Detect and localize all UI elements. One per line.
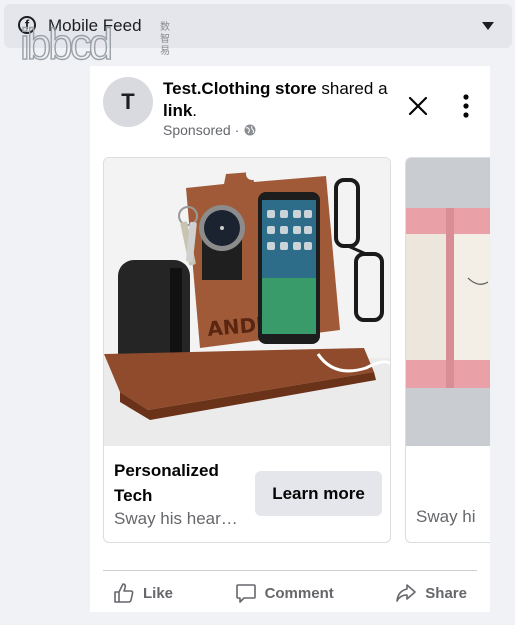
comment-button[interactable]: Comment bbox=[225, 582, 344, 604]
watermark-logo: ibbcd 数智易 bbox=[19, 19, 180, 69]
like-label: Like bbox=[143, 584, 174, 602]
comment-label: Comment bbox=[264, 584, 334, 602]
post-actions-bar: Like Comment Share bbox=[103, 576, 477, 610]
link-text[interactable]: link bbox=[163, 101, 192, 120]
carousel-card-body: Personalized Tech Sway his hear… bbox=[114, 458, 246, 530]
like-button[interactable]: Like bbox=[103, 582, 183, 604]
post-action-suffix: . bbox=[192, 101, 198, 120]
learn-more-button[interactable]: Learn more bbox=[255, 471, 382, 516]
product-image[interactable]: ANDREW bbox=[104, 158, 390, 446]
dropdown-caret-icon[interactable] bbox=[482, 22, 494, 30]
ad-carousel[interactable]: ANDREW Personalized Tech Sway his hear… … bbox=[103, 157, 490, 543]
ad-description: Sway hi bbox=[416, 507, 476, 526]
product-image[interactable] bbox=[406, 158, 490, 446]
avatar[interactable]: T bbox=[103, 77, 153, 127]
watermark-cn-text: 数智易 bbox=[160, 22, 170, 57]
thumbs-up-icon bbox=[114, 583, 134, 603]
post-meta: Sponsored · bbox=[163, 122, 256, 138]
carousel-card[interactable]: Sway hi bbox=[405, 157, 490, 543]
actions-divider bbox=[103, 570, 477, 571]
close-icon[interactable] bbox=[406, 94, 430, 118]
more-options-icon[interactable] bbox=[454, 92, 478, 120]
comment-icon bbox=[235, 584, 256, 603]
share-label: Share bbox=[425, 584, 467, 602]
globe-icon bbox=[244, 124, 256, 136]
avatar-initial: T bbox=[121, 89, 135, 114]
share-icon bbox=[396, 584, 417, 602]
ad-headline: Personalized Tech bbox=[114, 461, 219, 505]
post-header-text: Test.Clothing store shared a link. bbox=[163, 78, 395, 122]
post-action-text: shared a bbox=[316, 79, 388, 98]
ad-description: Sway his hear… bbox=[114, 509, 238, 528]
watermark-text: ibbcd bbox=[19, 19, 114, 69]
ad-post-card: T Test.Clothing store shared a link. Spo… bbox=[90, 66, 490, 612]
page-name-link[interactable]: Test.Clothing store bbox=[163, 79, 317, 98]
share-button[interactable]: Share bbox=[385, 582, 477, 604]
sponsored-label[interactable]: Sponsored · bbox=[163, 122, 239, 138]
carousel-card[interactable]: ANDREW Personalized Tech Sway his hear… … bbox=[103, 157, 391, 543]
